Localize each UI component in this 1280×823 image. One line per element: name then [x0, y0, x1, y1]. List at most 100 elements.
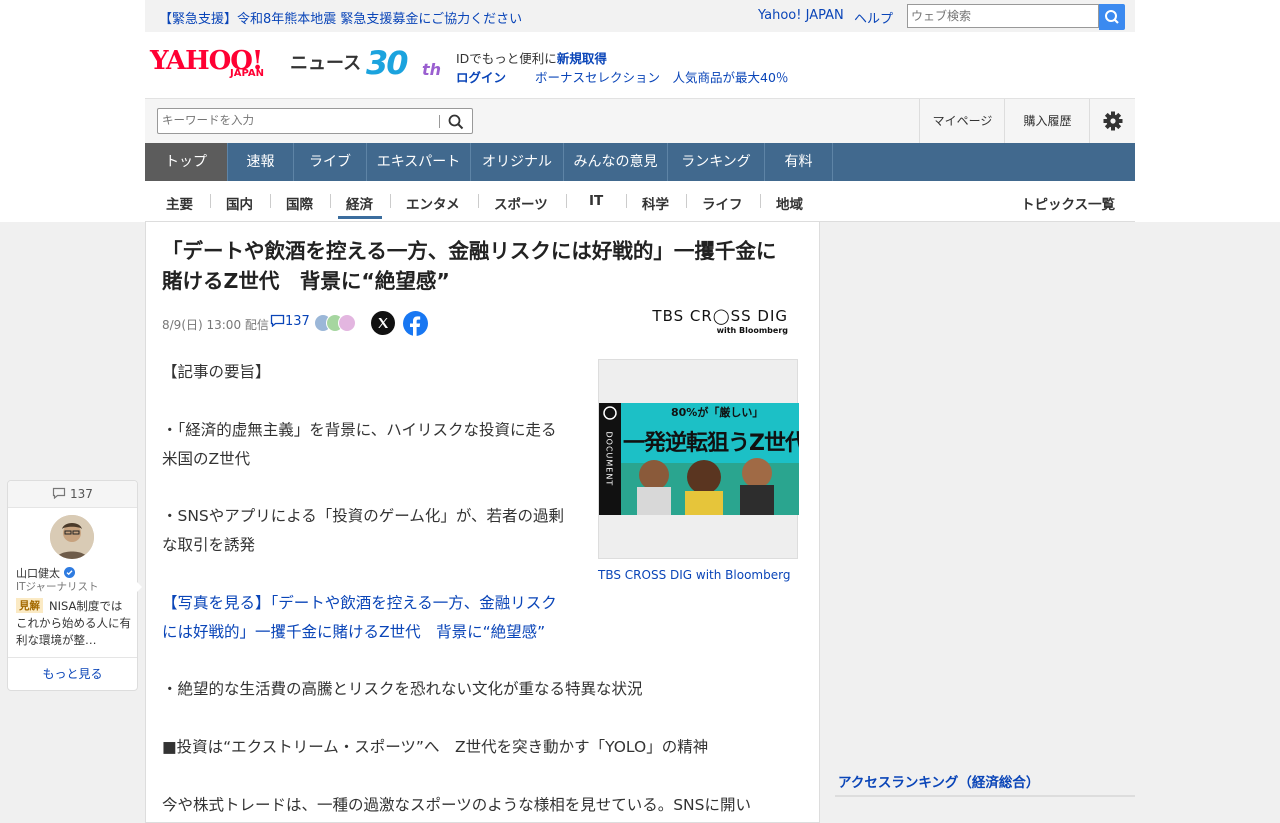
opinion-badge: 見解 — [16, 598, 43, 613]
mypage-link[interactable]: マイページ — [919, 99, 1005, 143]
comment-count: 137 — [285, 314, 310, 329]
comment-count: 137 — [69, 487, 93, 501]
id-text-prefix: IDでもっと便利に — [456, 51, 557, 66]
article-photo[interactable]: 80%が「厳しい」 一発逆転狙うZ世代 DOCUMENT — [598, 359, 799, 559]
headline-line-1: 「デートや飲酒を控える一方、金融リスクには好戦的」一攫千金に — [162, 239, 777, 263]
news-logo-text[interactable]: ニュース — [290, 49, 361, 75]
article-headline: 「デートや飲酒を控える一方、金融リスクには好戦的」一攫千金に 賭けるZ世代 背景… — [162, 236, 807, 296]
main-nav-tab[interactable]: トップ — [145, 143, 228, 181]
alert-bar: 【緊急支援】令和8年熊本地震 緊急支援募金にご協力ください Yahoo! JAP… — [145, 0, 1135, 32]
gear-icon — [1103, 111, 1123, 131]
thumbnail-side-text: DOCUMENT — [604, 431, 614, 487]
verified-icon — [63, 567, 75, 578]
article-paragraph: ・SNSやアプリによる「投資のゲーム化」が、若者の過剰 な取引を誘発 — [162, 502, 564, 560]
category-tab-international[interactable]: 国際 — [286, 193, 313, 213]
thumbnail-caption-main: 一発逆転狙うZ世代 — [623, 431, 799, 456]
share-facebook-button[interactable] — [403, 311, 428, 336]
article: 「デートや飲酒を控える一方、金融リスクには好戦的」一攫千金に 賭けるZ世代 背景… — [145, 222, 820, 823]
topics-list-link[interactable]: トピックス一覧 — [1021, 193, 1115, 213]
comment-link[interactable]: 137 — [270, 314, 310, 329]
anniversary-number: 30 — [366, 44, 409, 82]
category-nav: 主要 国内 国際 経済 エンタメ スポーツ IT 科学 ライフ 地域 トピックス… — [145, 181, 1135, 222]
paragraph-line: な取引を誘発 — [162, 536, 256, 554]
search-row: マイページ 購入履歴 — [145, 98, 1135, 143]
divider — [566, 194, 567, 208]
search-icon[interactable] — [447, 113, 465, 131]
logo-sub: JAPAN — [230, 68, 264, 79]
category-tab-science[interactable]: 科学 — [642, 193, 669, 213]
help-link[interactable]: ヘルプ — [854, 8, 893, 27]
article-paragraph: 【記事の要旨】 — [162, 363, 271, 381]
main-nav-tab[interactable]: みんなの意見 — [564, 143, 668, 181]
source-logo-subtext: with Bloomberg — [716, 326, 788, 335]
link-line: には好戦的」一攫千金に賭けるZ世代 背景に“絶望感” — [162, 623, 546, 641]
divider — [686, 194, 687, 208]
category-tab-domestic[interactable]: 国内 — [226, 193, 253, 213]
category-tab-life[interactable]: ライフ — [702, 193, 743, 213]
main-nav-tab[interactable]: ランキング — [668, 143, 765, 181]
category-tab-main[interactable]: 主要 — [166, 193, 193, 213]
photo-caption[interactable]: TBS CROSS DIG with Bloomberg — [598, 568, 790, 582]
web-search-input[interactable] — [907, 4, 1099, 28]
commenter-role: ITジャーナリスト — [16, 581, 99, 593]
active-tab-indicator — [338, 216, 382, 219]
source-logo-text: TBS CR◯SS DIG — [652, 307, 788, 325]
panel-pointer — [135, 580, 142, 594]
search-icon — [1105, 10, 1119, 24]
category-tab-entertainment[interactable]: エンタメ — [406, 193, 460, 213]
main-nav-tab[interactable]: 速報 — [228, 143, 294, 181]
divider — [270, 194, 271, 208]
article-paragraph: ・「経済的虚無主義」を背景に、ハイリスクな投資に走る 米国のZ世代 — [162, 416, 556, 474]
link-line: 【写真を見る】「デートや飲酒を控える一方、金融リスク — [162, 594, 557, 612]
article-paragraph: ■投資は“エクストリーム・スポーツ”へ Z世代を突き動かす「YOLO」の精神 — [162, 738, 709, 756]
publish-date: 8/9(日) 13:00 配信 — [162, 318, 269, 332]
facebook-icon — [410, 316, 421, 336]
expert-comment-panel: 137 山口健太 ITジャーナリスト NISA制度ではこれから始める人に有利な環… — [7, 480, 138, 691]
settings-button[interactable] — [1089, 99, 1136, 143]
comment-count-header[interactable]: 137 — [8, 481, 137, 508]
login-link[interactable]: ログイン — [456, 67, 506, 86]
main-nav-tab[interactable]: エキスパート — [367, 143, 471, 181]
x-logo-icon — [378, 318, 388, 328]
search-divider — [439, 115, 440, 128]
divider — [478, 194, 479, 208]
emergency-alert-link[interactable]: 【緊急支援】令和8年熊本地震 緊急支援募金にご協力ください — [159, 8, 522, 27]
access-ranking-title[interactable]: アクセスランキング（経済総合） — [838, 771, 1039, 791]
main-nav: トップ 速報 ライブ エキスパート オリジナル みんなの意見 ランキング 有料 — [145, 143, 1135, 181]
divider — [330, 194, 331, 208]
yahoo-japan-link[interactable]: Yahoo! JAPAN — [758, 8, 844, 23]
paragraph-line: 米国のZ世代 — [162, 450, 251, 468]
headline-line-2: 賭けるZ世代 背景に“絶望感” — [162, 269, 450, 293]
web-search-button[interactable] — [1099, 4, 1125, 30]
anniversary-suffix: th — [422, 60, 442, 79]
divider — [210, 194, 211, 208]
divider — [835, 795, 1135, 797]
photo-link[interactable]: 【写真を見る】「デートや飲酒を控える一方、金融リスク には好戦的」一攫千金に賭け… — [162, 589, 557, 647]
paragraph-line: ・SNSやアプリによる「投資のゲーム化」が、若者の過剰 — [162, 507, 565, 525]
main-nav-tab[interactable]: オリジナル — [471, 143, 564, 181]
category-tab-sports[interactable]: スポーツ — [494, 193, 548, 213]
category-tab-economy[interactable]: 経済 — [346, 193, 373, 213]
yahoo-japan-logo[interactable]: YAHOO! JAPAN — [150, 46, 286, 82]
share-x-button[interactable] — [371, 311, 395, 335]
category-tab-it[interactable]: IT — [589, 193, 603, 209]
signup-link[interactable]: 新規取得 — [557, 51, 607, 66]
divider — [390, 194, 391, 208]
purchase-history-link[interactable]: 購入履歴 — [1004, 99, 1090, 143]
keyword-search-input[interactable] — [157, 108, 473, 134]
see-more-comments-link[interactable]: もっと見る — [8, 657, 137, 690]
main-nav-tab[interactable]: ライブ — [294, 143, 367, 181]
promo-link[interactable]: ボーナスセレクション 人気商品が最大40％ — [535, 67, 788, 86]
30th-anniversary-logo: 30 th — [366, 44, 448, 84]
main-nav-tab[interactable]: 有料 — [765, 143, 833, 181]
comment-icon — [270, 314, 285, 328]
avatar — [338, 314, 356, 332]
commenter-avatars — [314, 314, 359, 332]
category-tab-local[interactable]: 地域 — [776, 193, 803, 213]
article-paragraph: 今や株式トレードは、一種の過激なスポーツのような様相を見せている。SNSに開い — [162, 796, 751, 814]
source-logo[interactable]: TBS CR◯SS DIG with Bloomberg — [646, 307, 791, 339]
divider — [626, 194, 627, 208]
avatar[interactable] — [50, 515, 94, 559]
divider — [760, 194, 761, 208]
comment-icon — [53, 487, 66, 500]
